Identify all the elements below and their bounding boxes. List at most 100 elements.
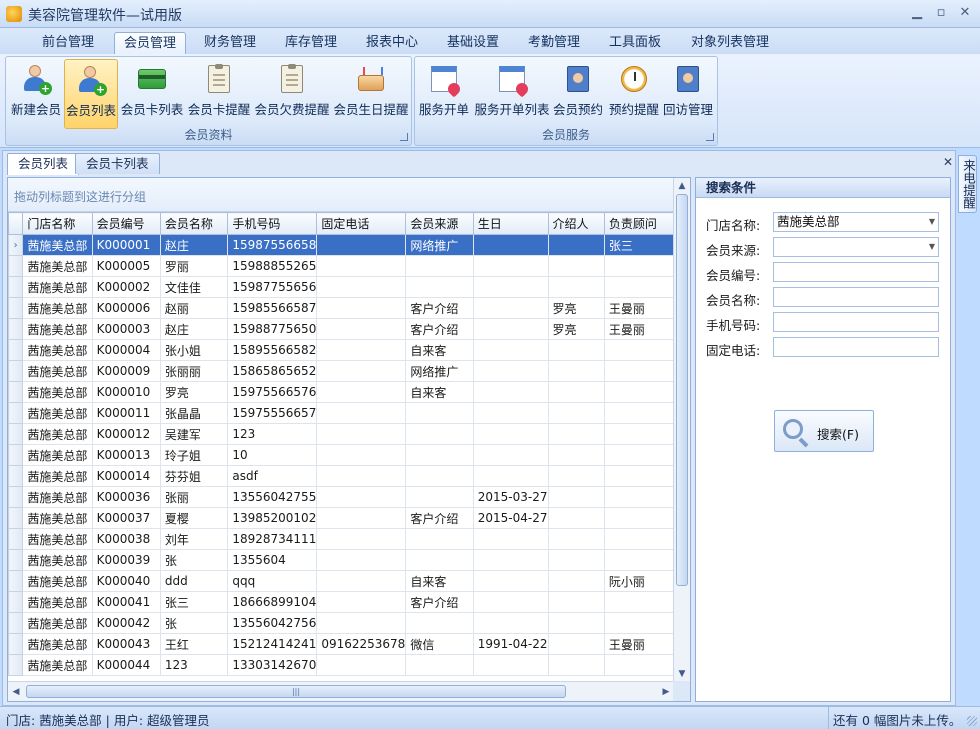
table-cell[interactable]: 张晶晶 [159, 402, 229, 424]
table-cell[interactable] [316, 507, 407, 529]
subtab-member-card-list[interactable]: 会员卡列表 [75, 153, 160, 174]
table-cell[interactable] [603, 339, 674, 361]
row-indicator[interactable] [8, 612, 24, 634]
scroll-right-icon[interactable]: ▶ [658, 684, 674, 700]
table-cell[interactable]: K000044 [91, 654, 161, 676]
table-cell[interactable] [472, 591, 549, 613]
table-cell[interactable]: 王曼丽 [603, 633, 674, 655]
landline-input[interactable] [773, 337, 939, 357]
table-cell[interactable]: 18928734111 [227, 528, 318, 550]
row-indicator[interactable] [8, 402, 24, 424]
table-cell[interactable]: 客户介绍 [405, 591, 474, 613]
table-row[interactable]: 茜施美总部 K000004 张小姐 15895566582 自来客 [8, 339, 674, 361]
table-cell[interactable] [547, 612, 605, 634]
table-cell[interactable] [603, 549, 674, 571]
close-window-button[interactable]: ✕ [954, 4, 976, 22]
table-cell[interactable] [547, 381, 605, 403]
table-cell[interactable]: 阮小丽 [603, 570, 674, 592]
table-cell[interactable] [316, 255, 407, 277]
table-cell[interactable] [603, 423, 674, 445]
row-indicator[interactable] [8, 570, 24, 592]
table-cell[interactable] [547, 633, 605, 655]
member-card-list-button[interactable]: 会员卡列表 [120, 59, 184, 129]
table-cell[interactable] [405, 276, 474, 298]
table-row[interactable]: 茜施美总部 K000042 张 13556042756 [8, 612, 674, 634]
card-reminder-button[interactable]: 会员卡提醒 [186, 59, 252, 129]
table-cell[interactable] [603, 381, 674, 403]
table-cell[interactable]: K000040 [91, 570, 161, 592]
group-expand-icon[interactable] [706, 133, 714, 141]
table-cell[interactable] [472, 234, 549, 256]
table-cell[interactable] [472, 255, 549, 277]
table-cell[interactable]: 茜施美总部 [22, 654, 93, 676]
table-row[interactable]: 茜施美总部 K000043 王红 15212414241 09162253678 微信 19… [8, 633, 674, 655]
table-cell[interactable] [472, 654, 549, 676]
table-row[interactable]: 茜施美总部 K000003 赵庄 15988775650 客户介绍 罗亮 王曼丽 [8, 318, 674, 340]
table-cell[interactable]: 网络推广 [405, 360, 474, 382]
tab-reports[interactable]: 报表中心 [356, 32, 428, 54]
table-cell[interactable]: 赵庄 [159, 234, 229, 256]
table-cell[interactable]: 2015-04-27 [472, 507, 549, 529]
resize-grip-icon[interactable] [967, 716, 977, 726]
maximize-button[interactable]: ▫ [930, 4, 952, 22]
row-indicator[interactable] [8, 297, 24, 319]
table-cell[interactable] [603, 402, 674, 424]
table-cell[interactable]: 10 [227, 444, 318, 466]
table-cell[interactable] [472, 444, 549, 466]
table-cell[interactable]: 茜施美总部 [22, 381, 93, 403]
table-cell[interactable]: 自来客 [405, 381, 474, 403]
table-cell[interactable]: 罗亮 [547, 297, 605, 319]
row-indicator[interactable] [8, 318, 24, 340]
table-row[interactable]: › 茜施美总部 K000001 赵庄 15987556658 网络推广 张三 [8, 234, 674, 256]
table-cell[interactable] [405, 444, 474, 466]
table-cell[interactable]: 罗亮 [547, 318, 605, 340]
table-cell[interactable]: 罗亮 [159, 381, 229, 403]
table-cell[interactable] [547, 465, 605, 487]
column-header[interactable]: 负责顾问 [603, 212, 674, 235]
table-cell[interactable]: K000042 [91, 612, 161, 634]
table-cell[interactable]: 夏樱 [159, 507, 229, 529]
table-cell[interactable] [405, 465, 474, 487]
table-cell[interactable]: 网络推广 [405, 234, 474, 256]
table-cell[interactable] [472, 297, 549, 319]
table-row[interactable]: 茜施美总部 K000009 张丽丽 15865865652 网络推广 [8, 360, 674, 382]
row-indicator[interactable] [8, 486, 24, 508]
table-cell[interactable] [603, 591, 674, 613]
table-cell[interactable] [472, 570, 549, 592]
dropdown-arrow-icon[interactable]: ▼ [929, 238, 935, 256]
table-cell[interactable]: 茜施美总部 [22, 234, 93, 256]
table-cell[interactable]: K000001 [91, 234, 161, 256]
table-cell[interactable]: 茜施美总部 [22, 633, 93, 655]
table-cell[interactable] [472, 381, 549, 403]
table-cell[interactable]: K000039 [91, 549, 161, 571]
arrears-reminder-button[interactable]: 会员欠费提醒 [254, 59, 330, 129]
table-cell[interactable] [472, 465, 549, 487]
table-cell[interactable] [547, 444, 605, 466]
table-cell[interactable] [547, 255, 605, 277]
tab-inventory[interactable]: 库存管理 [275, 32, 347, 54]
tab-member-management[interactable]: 会员管理 [114, 32, 186, 54]
table-cell[interactable]: 茜施美总部 [22, 297, 93, 319]
table-cell[interactable] [547, 591, 605, 613]
table-row[interactable]: 茜施美总部 K000010 罗亮 15975566576 自来客 [8, 381, 674, 403]
table-cell[interactable] [547, 654, 605, 676]
table-cell[interactable] [547, 423, 605, 445]
table-cell[interactable] [603, 276, 674, 298]
vertical-scrollbar[interactable]: ▲ ▼ [673, 178, 690, 682]
table-cell[interactable] [472, 423, 549, 445]
table-cell[interactable]: 茜施美总部 [22, 255, 93, 277]
minimize-button[interactable]: ▁ [906, 4, 928, 22]
table-cell[interactable]: K000011 [91, 402, 161, 424]
column-header[interactable]: 会员来源 [405, 212, 474, 235]
table-cell[interactable]: 13985200102 [227, 507, 318, 529]
row-indicator[interactable] [8, 276, 24, 298]
table-cell[interactable] [316, 570, 407, 592]
table-row[interactable]: 茜施美总部 K000011 张晶晶 15975556657 [8, 402, 674, 424]
table-cell[interactable] [547, 549, 605, 571]
table-cell[interactable] [405, 402, 474, 424]
table-cell[interactable]: 客户介绍 [405, 507, 474, 529]
horizontal-scrollbar[interactable]: ◀ ||| ▶ [8, 681, 674, 701]
table-cell[interactable]: K000009 [91, 360, 161, 382]
table-row[interactable]: 茜施美总部 K000037 夏樱 13985200102 客户介绍 2015-04-27 [8, 507, 674, 529]
table-cell[interactable] [472, 360, 549, 382]
